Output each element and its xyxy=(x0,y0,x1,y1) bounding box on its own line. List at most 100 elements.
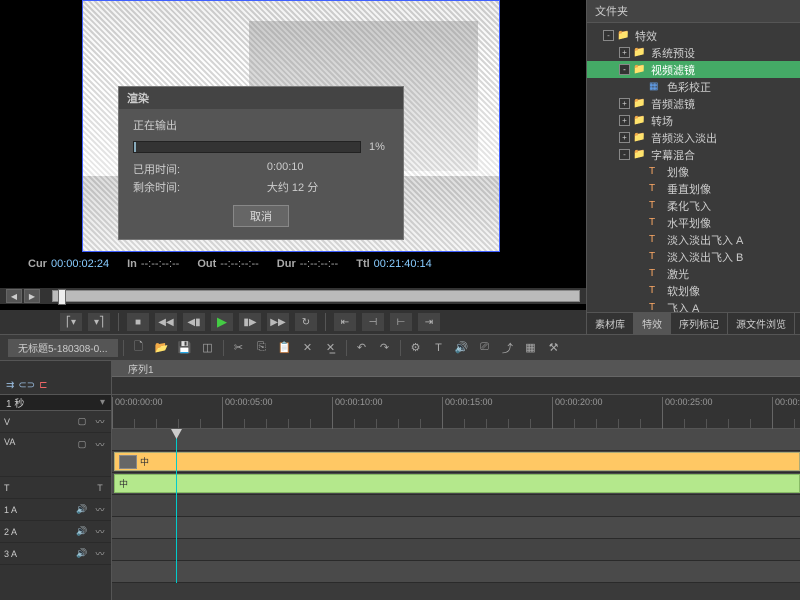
marker-icon[interactable]: ◫ xyxy=(198,339,218,357)
track-toggle-icon[interactable]: 〰 xyxy=(93,437,107,451)
mark-out-button[interactable]: ▾⎤ xyxy=(88,313,110,331)
rewind-button[interactable]: ◀◀ xyxy=(155,313,177,331)
mark-in-button[interactable]: ⎡▾ xyxy=(60,313,82,331)
scrub-track[interactable] xyxy=(52,290,580,302)
tree-node[interactable]: T激光 xyxy=(587,265,800,282)
prev-edit-button[interactable]: ⊣ xyxy=(362,313,384,331)
scrub-prev-icon[interactable]: ◀ xyxy=(6,289,22,303)
settings-icon[interactable]: ⚒ xyxy=(544,339,564,357)
tree-toggle-icon[interactable]: + xyxy=(619,132,630,143)
scrub-handle[interactable] xyxy=(58,289,66,305)
tree-node[interactable]: T水平划像 xyxy=(587,214,800,231)
tree-node[interactable]: T淡入淡出飞入 B xyxy=(587,248,800,265)
tree-node[interactable]: T垂直划像 xyxy=(587,180,800,197)
audio-icon[interactable]: 🔊 xyxy=(452,339,472,357)
track-lane[interactable] xyxy=(112,517,800,539)
next-edit-button[interactable]: ⊢ xyxy=(390,313,412,331)
tc-in-value[interactable]: --:--:--:-- xyxy=(141,258,179,270)
track-toggle-icon[interactable]: 〰 xyxy=(93,525,107,539)
panel-tab[interactable]: 序列标记 xyxy=(671,313,728,334)
paste-icon[interactable]: 📋 xyxy=(275,339,295,357)
tree-node[interactable]: T淡入淡出飞入 A xyxy=(587,231,800,248)
project-tab[interactable]: 无标题5-180308-0... xyxy=(8,339,118,357)
track-header[interactable]: 2 A🔊〰 xyxy=(0,521,111,543)
track-toggle-icon[interactable]: T xyxy=(93,481,107,495)
redo-icon[interactable]: ↷ xyxy=(375,339,395,357)
track-toggle-icon[interactable]: 🔊 xyxy=(75,547,89,561)
link-icon[interactable]: ⊂⊃ xyxy=(18,380,35,391)
track-header[interactable]: VA▢〰 xyxy=(0,433,111,477)
tree-toggle-icon[interactable]: - xyxy=(619,64,630,75)
tree-toggle-icon[interactable]: - xyxy=(603,30,614,41)
tc-cur-value[interactable]: 00:00:02:24 xyxy=(51,258,109,270)
tc-dur-value[interactable]: --:--:--:-- xyxy=(300,258,338,270)
play-button[interactable]: ▶ xyxy=(211,313,233,331)
tree-node[interactable]: ▦色彩校正 xyxy=(587,78,800,95)
track-toggle-icon[interactable]: 🔊 xyxy=(75,525,89,539)
snap-icon[interactable]: ⇉ xyxy=(6,380,14,391)
tree-node[interactable]: T柔化飞入 xyxy=(587,197,800,214)
track-lane[interactable] xyxy=(112,495,800,517)
copy-icon[interactable]: ⎘ xyxy=(252,339,272,357)
effects-tree[interactable]: -📁特效+📁系统预设-📁视频滤镜▦色彩校正+📁音频滤镜+📁转场+📁音频淡入淡出-… xyxy=(587,23,800,312)
stop-button[interactable]: ■ xyxy=(127,313,149,331)
delete-icon[interactable]: ✕ xyxy=(298,339,318,357)
track-header[interactable]: V▢〰 xyxy=(0,411,111,433)
save-icon[interactable]: 💾 xyxy=(175,339,195,357)
tree-toggle-icon[interactable]: + xyxy=(619,47,630,58)
tree-node[interactable]: +📁转场 xyxy=(587,112,800,129)
new-icon[interactable]: 🗋 xyxy=(129,339,149,357)
playhead[interactable] xyxy=(176,429,177,583)
undo-icon[interactable]: ↶ xyxy=(352,339,372,357)
panel-tab[interactable]: 特效 xyxy=(634,313,671,334)
tree-node[interactable]: +📁音频滤镜 xyxy=(587,95,800,112)
step-fwd-button[interactable]: ▮▶ xyxy=(239,313,261,331)
tree-node[interactable]: -📁特效 xyxy=(587,27,800,44)
ffwd-button[interactable]: ▶▶ xyxy=(267,313,289,331)
track-header[interactable]: TT xyxy=(0,477,111,499)
track-toggle-icon[interactable]: 〰 xyxy=(93,503,107,517)
track-toggle-icon[interactable]: ▢ xyxy=(75,415,89,429)
tree-node[interactable]: +📁系统预设 xyxy=(587,44,800,61)
clip-audio[interactable]: 中 xyxy=(114,474,800,493)
track-lane[interactable]: 中 xyxy=(112,451,800,473)
scrub-next-icon[interactable]: ▶ xyxy=(24,289,40,303)
scrubber[interactable]: ◀ ▶ xyxy=(0,288,586,304)
loop-button[interactable]: ↻ xyxy=(295,313,317,331)
goto-in-button[interactable]: ⇤ xyxy=(334,313,356,331)
tree-node[interactable]: +📁音频淡入淡出 xyxy=(587,129,800,146)
track-lane[interactable] xyxy=(112,561,800,583)
chevron-down-icon[interactable]: ▾ xyxy=(100,397,105,408)
tree-toggle-icon[interactable]: - xyxy=(619,149,630,160)
capture-icon[interactable]: ⎚ xyxy=(475,339,495,357)
ripple-delete-icon[interactable]: ✕̲ xyxy=(321,339,341,357)
render-icon[interactable]: ⚙ xyxy=(406,339,426,357)
tc-ttl-value[interactable]: 00:21:40:14 xyxy=(374,258,432,270)
panel-tab[interactable]: 源文件浏览 xyxy=(728,313,795,334)
tree-node[interactable]: -📁字幕混合 xyxy=(587,146,800,163)
zoom-select[interactable]: 1 秒 ▾ xyxy=(0,395,111,411)
export-icon[interactable]: ⤴ xyxy=(498,339,518,357)
goto-out-button[interactable]: ⇥ xyxy=(418,313,440,331)
track-header[interactable]: 1 A🔊〰 xyxy=(0,499,111,521)
tree-node[interactable]: -📁视频滤镜 xyxy=(587,61,800,78)
open-icon[interactable]: 📂 xyxy=(152,339,172,357)
track-lane[interactable] xyxy=(112,539,800,561)
panel-tab[interactable]: 素材库 xyxy=(587,313,634,334)
clip[interactable]: 中 xyxy=(114,452,800,471)
cancel-button[interactable]: 取消 xyxy=(233,205,289,227)
tree-toggle-icon[interactable]: + xyxy=(619,98,630,109)
tree-toggle-icon[interactable]: + xyxy=(619,115,630,126)
tree-node[interactable]: T划像 xyxy=(587,163,800,180)
track-header[interactable]: 3 A🔊〰 xyxy=(0,543,111,565)
tree-node[interactable]: T飞入 A xyxy=(587,299,800,312)
track-lane[interactable] xyxy=(112,429,800,451)
track-lane[interactable]: 中 xyxy=(112,473,800,495)
grid-icon[interactable]: ▦ xyxy=(521,339,541,357)
title-icon[interactable]: T xyxy=(429,339,449,357)
track-toggle-icon[interactable]: ▢ xyxy=(75,437,89,451)
step-back-button[interactable]: ◀▮ xyxy=(183,313,205,331)
track-toggle-icon[interactable]: 〰 xyxy=(93,547,107,561)
timeline-ruler[interactable]: 00:00:00:0000:00:05:0000:00:10:0000:00:1… xyxy=(112,395,800,429)
tree-node[interactable]: T软划像 xyxy=(587,282,800,299)
